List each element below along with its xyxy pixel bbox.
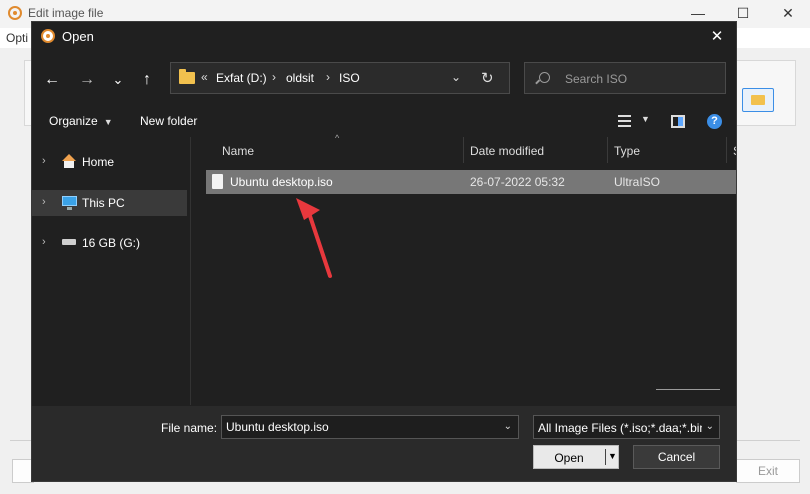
- search-input[interactable]: [563, 69, 717, 89]
- dialog-title-bar: Open ✕: [32, 22, 736, 52]
- home-icon: [62, 154, 76, 168]
- view-options-icon[interactable]: [618, 115, 631, 127]
- file-list: ^ Name Date modified Type S Ubuntu deskt…: [206, 133, 736, 405]
- ultraiso-app-icon: [8, 6, 22, 20]
- drive-icon: [62, 239, 76, 245]
- open-button-label: Open: [554, 451, 584, 465]
- expand-chevron-icon[interactable]: ›: [42, 236, 46, 248]
- caret-down-icon[interactable]: ▼: [608, 451, 617, 461]
- column-type-label: Type: [614, 144, 641, 158]
- forward-arrow-icon[interactable]: →: [76, 69, 98, 91]
- nav-item-home[interactable]: › Home: [32, 149, 187, 175]
- menu-options[interactable]: Opti: [6, 31, 28, 45]
- expand-chevron-icon[interactable]: ›: [42, 196, 46, 208]
- ultraiso-app-icon: [41, 29, 55, 43]
- horizontal-scrollbar[interactable]: [656, 389, 720, 390]
- search-icon: [539, 72, 550, 83]
- preview-pane-icon[interactable]: [671, 115, 685, 128]
- chevron-down-icon[interactable]: ⌄: [706, 421, 714, 432]
- recent-locations-chevron-icon[interactable]: ⌄: [107, 69, 129, 91]
- file-date: 26-07-2022 05:32: [470, 175, 565, 189]
- file-type: UltraISO: [614, 175, 661, 189]
- file-icon: [212, 174, 223, 189]
- file-name-input[interactable]: [226, 419, 496, 435]
- column-header-date[interactable]: Date modified: [464, 137, 607, 163]
- column-name-label: Name: [222, 144, 255, 158]
- organize-button[interactable]: Organize ▼: [49, 114, 113, 128]
- nav-item-label: 16 GB (G:): [82, 236, 141, 250]
- parent-window-title: Edit image file: [28, 6, 104, 20]
- column-header-size[interactable]: S: [727, 137, 736, 163]
- open-button[interactable]: Open ▼: [533, 445, 619, 469]
- column-size-label: S: [733, 144, 736, 158]
- breadcrumb-oldsit[interactable]: oldsit: [286, 71, 314, 85]
- computer-icon: [62, 196, 77, 210]
- breadcrumb-separator-icon[interactable]: ›: [326, 70, 330, 84]
- folder-icon: [179, 69, 195, 84]
- column-header-name[interactable]: Name: [206, 137, 462, 163]
- chevron-down-icon[interactable]: ⌄: [504, 421, 512, 432]
- breadcrumb-iso[interactable]: ISO: [339, 71, 360, 85]
- address-bar[interactable]: « Exfat (D:) › oldsit › ISO ⌄ ↻: [170, 62, 510, 94]
- expand-chevron-icon[interactable]: ›: [42, 155, 46, 167]
- browse-folder-button[interactable]: [742, 88, 774, 112]
- file-name: Ubuntu desktop.iso: [230, 175, 333, 189]
- cancel-button[interactable]: Cancel: [633, 445, 720, 469]
- breadcrumb-separator-icon[interactable]: ›: [272, 70, 276, 84]
- caret-down-icon: ▼: [103, 117, 113, 127]
- parent-close-button[interactable]: ✕: [768, 2, 808, 24]
- help-icon[interactable]: ?: [707, 114, 722, 129]
- dialog-title: Open: [62, 29, 94, 44]
- file-type-value: All Image Files (*.iso;*.daa;*.bin: [538, 421, 702, 435]
- navigation-pane: › Home › This PC › 16 GB (G:): [32, 137, 191, 405]
- dialog-close-button[interactable]: ✕: [702, 24, 732, 50]
- open-dialog: Open ✕ ← → ⌄ ↑ « Exfat (D:) › oldsit › I…: [31, 21, 737, 482]
- column-header-type[interactable]: Type: [608, 137, 726, 163]
- up-arrow-icon[interactable]: ↑: [136, 69, 158, 91]
- file-name-combobox[interactable]: ⌄: [221, 415, 519, 439]
- nav-item-label: This PC: [82, 196, 125, 210]
- split-divider: [605, 449, 606, 465]
- command-bar: Organize ▼ New folder ▼ ?: [32, 108, 736, 134]
- back-arrow-icon[interactable]: ←: [41, 69, 63, 91]
- refresh-icon[interactable]: ↻: [481, 69, 494, 87]
- breadcrumb-drive[interactable]: Exfat (D:): [216, 71, 267, 85]
- dialog-footer: File name: ⌄ All Image Files (*.iso;*.da…: [32, 406, 736, 481]
- nav-item-this-pc[interactable]: › This PC: [32, 190, 187, 216]
- file-type-select[interactable]: All Image Files (*.iso;*.daa;*.bin ⌄: [533, 415, 720, 439]
- file-row[interactable]: Ubuntu desktop.iso 26-07-2022 05:32 Ultr…: [206, 170, 736, 194]
- address-dropdown-icon[interactable]: ⌄: [451, 70, 461, 84]
- overflow-chevron-icon[interactable]: «: [201, 70, 208, 84]
- new-folder-button[interactable]: New folder: [140, 114, 197, 128]
- nav-item-label: Home: [82, 155, 115, 169]
- column-date-label: Date modified: [470, 144, 545, 158]
- organize-label: Organize: [49, 114, 98, 128]
- exit-button[interactable]: Exit: [736, 459, 800, 483]
- file-name-label: File name:: [161, 421, 218, 435]
- nav-item-drive-g[interactable]: › 16 GB (G:): [32, 230, 187, 256]
- search-box[interactable]: [524, 62, 726, 94]
- caret-down-icon[interactable]: ▼: [641, 114, 650, 124]
- red-pointer-arrow-icon: [296, 198, 332, 278]
